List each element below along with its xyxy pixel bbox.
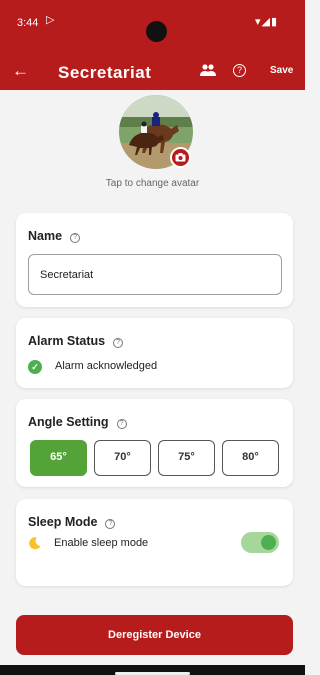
page-title: Secretariat <box>58 63 152 82</box>
check-circle-icon: ✓ <box>28 360 42 374</box>
sleep-mode-toggle[interactable] <box>241 532 279 553</box>
deregister-device-button[interactable]: Deregister Device <box>16 615 293 655</box>
help-icon[interactable]: ? <box>113 338 124 348</box>
camera-icon <box>175 153 186 162</box>
name-title: Name? <box>28 229 81 243</box>
sleep-mode-title: Sleep Mode? <box>28 515 116 529</box>
save-button[interactable]: Save <box>270 65 293 76</box>
name-title-text: Name <box>28 229 63 243</box>
name-card: Name? <box>16 213 293 307</box>
sleep-mode-label: Enable sleep mode <box>54 537 149 549</box>
back-arrow-icon[interactable]: ← <box>12 61 29 81</box>
help-icon[interactable]: ? <box>70 233 81 243</box>
avatar-caption: Tap to change avatar <box>105 178 200 189</box>
angle-option-80[interactable]: 80° <box>222 440 279 476</box>
people-icon[interactable] <box>200 63 216 79</box>
play-icon: ▷ <box>46 14 55 26</box>
angle-setting-card: Angle Setting? 65° 70° 75° 80° <box>16 399 293 487</box>
name-field[interactable] <box>28 254 282 295</box>
help-icon[interactable]: ? <box>233 64 246 77</box>
alarm-status-title: Alarm Status? <box>28 334 124 348</box>
angle-option-75[interactable]: 75° <box>158 440 215 476</box>
sleep-mode-title-text: Sleep Mode <box>28 515 98 529</box>
angle-option-65[interactable]: 65° <box>30 440 87 476</box>
help-icon[interactable]: ? <box>105 519 116 529</box>
signal-battery-icon: ▾◢▮ <box>255 16 279 28</box>
app-bar: ← Secretariat ? Save <box>0 55 305 90</box>
front-camera <box>146 21 167 42</box>
alarm-status-title-text: Alarm Status <box>28 334 106 348</box>
angle-setting-title-text: Angle Setting <box>28 415 109 429</box>
angle-option-70[interactable]: 70° <box>94 440 151 476</box>
status-bar: 3:44 ▷ ▾◢▮ <box>0 0 305 55</box>
moon-icon <box>29 537 41 550</box>
alarm-status-text: Alarm acknowledged <box>55 360 158 372</box>
status-time: 3:44 <box>17 17 39 29</box>
alarm-status-card: Alarm Status? ✓ Alarm acknowledged <box>16 318 293 388</box>
help-icon[interactable]: ? <box>116 419 127 429</box>
change-avatar-button[interactable] <box>170 147 191 168</box>
sleep-mode-card: Sleep Mode? Enable sleep mode <box>16 499 293 586</box>
angle-setting-title: Angle Setting? <box>28 415 127 429</box>
toggle-knob <box>261 535 276 550</box>
